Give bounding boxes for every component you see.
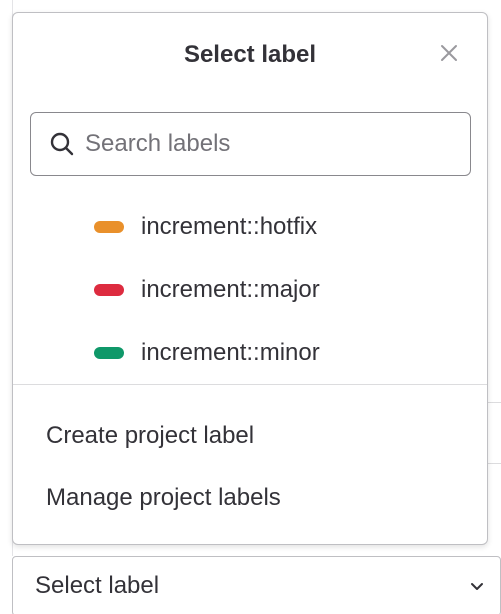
- close-icon: [441, 45, 457, 61]
- label-item-major[interactable]: increment::major: [13, 258, 487, 321]
- label-color-swatch: [94, 283, 124, 296]
- manage-project-labels-link[interactable]: Manage project labels: [13, 467, 487, 529]
- select-toggle-label: Select label: [35, 572, 160, 599]
- search-icon: [49, 131, 75, 157]
- dropdown-divider: [13, 384, 487, 385]
- label-select-widget: Select label increment::hotfix: [0, 0, 501, 614]
- select-label-toggle[interactable]: Select label: [12, 556, 501, 614]
- label-name: increment::hotfix: [141, 212, 318, 240]
- label-item-minor[interactable]: increment::minor: [13, 321, 487, 384]
- label-color-swatch: [94, 346, 124, 359]
- label-name: increment::minor: [141, 338, 320, 366]
- search-input[interactable]: [85, 130, 455, 158]
- dropdown-title: Select label: [183, 41, 317, 68]
- search-box: [30, 112, 471, 176]
- label-dropdown: Select label increment::hotfix: [12, 12, 488, 545]
- create-project-label-button[interactable]: Create project label: [13, 405, 487, 467]
- background-divider: [487, 402, 501, 403]
- label-name: increment::major: [141, 275, 320, 303]
- chevron-down-icon: [471, 583, 483, 590]
- label-list: increment::hotfix increment::major incre…: [13, 195, 487, 384]
- label-color-swatch: [94, 220, 124, 233]
- dropdown-footer: Create project label Manage project labe…: [13, 405, 487, 529]
- label-item-hotfix[interactable]: increment::hotfix: [13, 195, 487, 258]
- background-divider: [487, 463, 501, 464]
- dropdown-header: Select label: [13, 13, 487, 97]
- close-button[interactable]: [435, 39, 463, 67]
